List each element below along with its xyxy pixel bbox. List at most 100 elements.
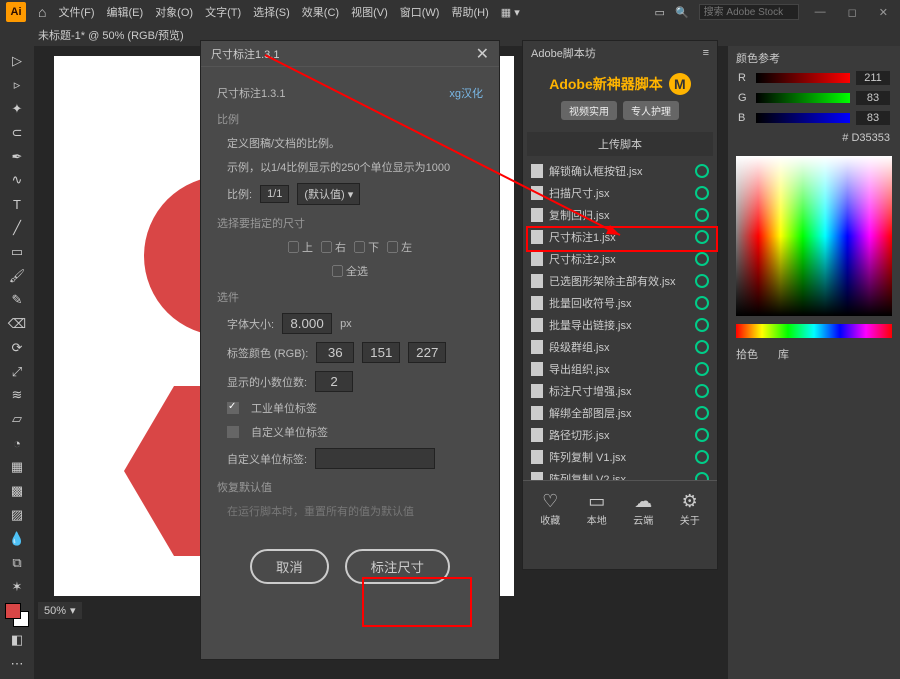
bottom-fav[interactable]: ♡收藏 <box>540 491 560 527</box>
script-item[interactable]: 尺寸标注2.jsx <box>523 248 717 270</box>
download-icon[interactable] <box>695 252 709 266</box>
script-item[interactable]: 阵列复制 V2.jsx <box>523 468 717 480</box>
banner-btn-2[interactable]: 专人护理 <box>623 101 679 120</box>
cb-industrial-unit[interactable] <box>227 402 239 414</box>
eraser-tool[interactable]: ⌫ <box>3 313 31 335</box>
line-tool[interactable]: ╱ <box>3 217 31 239</box>
script-item[interactable]: 标注尺寸增强.jsx <box>523 380 717 402</box>
download-icon[interactable] <box>695 296 709 310</box>
script-item[interactable]: 解绑全部图层.jsx <box>523 402 717 424</box>
download-icon[interactable] <box>695 406 709 420</box>
curve-tool[interactable]: ∿ <box>3 169 31 191</box>
cb-left[interactable]: ▢ 左 <box>387 239 412 255</box>
ratio-select[interactable]: 1/1 <box>260 185 289 203</box>
menu-object[interactable]: 对象(O) <box>155 4 193 20</box>
blend-tool[interactable]: ⧉ <box>3 552 31 574</box>
workspace-icon[interactable]: ▦ ▾ <box>501 6 520 19</box>
script-item[interactable]: 已选图形架除主部有效.jsx <box>523 270 717 292</box>
pen-tool[interactable]: ✒ <box>3 146 31 168</box>
cb-right[interactable]: ▢ 右 <box>321 239 346 255</box>
script-item[interactable]: 批量回收符号.jsx <box>523 292 717 314</box>
download-icon[interactable] <box>695 362 709 376</box>
dialog-credit-link[interactable]: xg汉化 <box>293 85 483 101</box>
shape-builder-tool[interactable]: ◔ <box>3 432 31 454</box>
free-transform-tool[interactable]: ▱ <box>3 408 31 430</box>
scale-tool[interactable]: ⤢ <box>3 361 31 383</box>
download-icon[interactable] <box>695 428 709 442</box>
download-icon[interactable] <box>695 340 709 354</box>
menu-edit[interactable]: 编辑(E) <box>107 4 144 20</box>
r-slider[interactable] <box>756 73 850 83</box>
cb-custom-unit[interactable] <box>227 426 239 438</box>
wand-tool[interactable]: ✦ <box>3 98 31 120</box>
menu-select[interactable]: 选择(S) <box>253 4 290 20</box>
g-value[interactable]: 83 <box>856 91 890 105</box>
swatches-tab[interactable]: 拾色 <box>736 346 758 362</box>
mesh-tool[interactable]: ▩ <box>3 480 31 502</box>
maximize-icon[interactable]: ◻ <box>842 6 863 19</box>
close-icon[interactable]: ✕ <box>873 6 894 19</box>
download-icon[interactable] <box>695 318 709 332</box>
screen-mode-tool[interactable]: ◧ <box>3 629 31 651</box>
ratio-default-select[interactable]: (默认值) ▾ <box>297 183 360 205</box>
layout-icon[interactable]: ▭ <box>655 6 665 19</box>
menu-text[interactable]: 文字(T) <box>205 4 241 20</box>
script-item[interactable]: 尺寸标注1.jsx <box>523 226 717 248</box>
hex-value[interactable]: D35353 <box>851 132 890 144</box>
search-icon[interactable]: 🔍 <box>675 6 689 19</box>
download-icon[interactable] <box>695 472 709 480</box>
banner-btn-1[interactable]: 视频实用 <box>561 101 617 120</box>
color-g-input[interactable] <box>362 342 400 363</box>
script-item[interactable]: 解锁确认框按钮.jsx <box>523 160 717 182</box>
download-icon[interactable] <box>695 450 709 464</box>
cb-select-all[interactable]: ▢ 全选 <box>332 263 368 279</box>
script-item[interactable]: 导出组织.jsx <box>523 358 717 380</box>
color-swatch[interactable] <box>5 603 29 627</box>
dialog-close-button[interactable]: ✕ <box>476 44 489 64</box>
b-value[interactable]: 83 <box>856 111 890 125</box>
decimals-input[interactable] <box>315 371 353 392</box>
download-icon[interactable] <box>695 164 709 178</box>
download-icon[interactable] <box>695 208 709 222</box>
menu-help[interactable]: 帮助(H) <box>451 4 488 20</box>
symbol-tool[interactable]: ✶ <box>3 576 31 598</box>
type-tool[interactable]: T <box>3 193 31 215</box>
download-icon[interactable] <box>695 384 709 398</box>
menu-effect[interactable]: 效果(C) <box>302 4 339 20</box>
r-value[interactable]: 211 <box>856 71 890 85</box>
pencil-tool[interactable]: ✎ <box>3 289 31 311</box>
script-item[interactable]: 批量导出链接.jsx <box>523 314 717 336</box>
library-tab[interactable]: 库 <box>778 346 789 362</box>
search-input[interactable] <box>699 4 799 20</box>
menu-file[interactable]: 文件(F) <box>58 4 94 20</box>
download-icon[interactable] <box>695 186 709 200</box>
g-slider[interactable] <box>756 93 850 103</box>
script-item[interactable]: 段级群组.jsx <box>523 336 717 358</box>
chevron-down-icon[interactable]: ▾ <box>70 604 76 617</box>
rotate-tool[interactable]: ⟳ <box>3 337 31 359</box>
lasso-tool[interactable]: ⊂ <box>3 122 31 144</box>
color-b-input[interactable] <box>408 342 446 363</box>
download-icon[interactable] <box>695 230 709 244</box>
hue-strip[interactable] <box>736 324 892 338</box>
cancel-button[interactable]: 取消 <box>250 549 329 584</box>
bottom-about[interactable]: ⚙关于 <box>680 491 700 527</box>
custom-unit-input[interactable] <box>315 448 435 469</box>
zoom-level[interactable]: 50%▾ <box>38 602 82 619</box>
upload-script-header[interactable]: 上传脚本 <box>527 132 713 156</box>
minimize-icon[interactable]: — <box>809 6 832 18</box>
rect-tool[interactable]: ▭ <box>3 241 31 263</box>
bottom-cloud[interactable]: ☁云端 <box>633 491 653 527</box>
ok-button[interactable]: 标注尺寸 <box>345 549 450 584</box>
download-icon[interactable] <box>695 274 709 288</box>
script-item[interactable]: 复制回归.jsx <box>523 204 717 226</box>
cb-bottom[interactable]: ▢ 下 <box>354 239 379 255</box>
script-list[interactable]: 解锁确认框按钮.jsx扫描尺寸.jsx复制回归.jsx尺寸标注1.jsx尺寸标注… <box>523 160 717 480</box>
b-slider[interactable] <box>756 113 850 123</box>
brush-tool[interactable]: 🖌 <box>3 265 31 287</box>
script-item[interactable]: 阵列复制 V1.jsx <box>523 446 717 468</box>
cb-top[interactable]: ▢ 上 <box>288 239 313 255</box>
panel-menu-icon[interactable]: ≡ <box>703 47 709 59</box>
gradient-tool[interactable]: ▨ <box>3 504 31 526</box>
bottom-local[interactable]: ▭本地 <box>587 491 607 527</box>
